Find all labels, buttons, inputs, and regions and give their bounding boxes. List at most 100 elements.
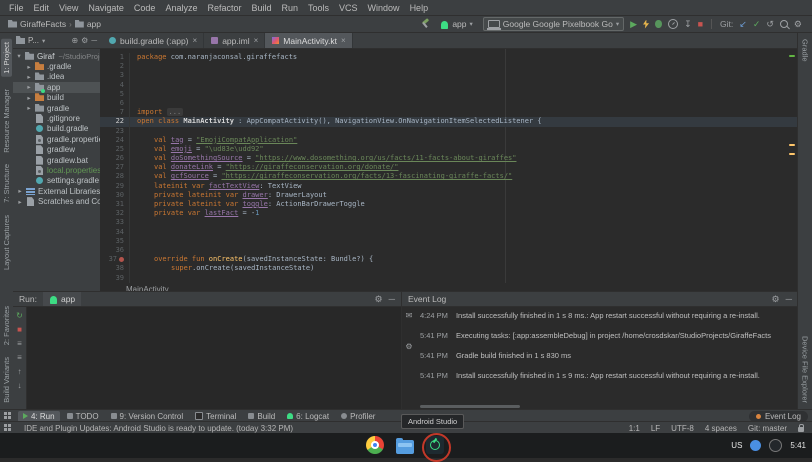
menu-tools[interactable]: Tools [303, 3, 334, 13]
tab-build-gradle-app[interactable]: build.gradle (:app)× [102, 33, 204, 48]
tray-notification-icon[interactable] [769, 439, 782, 452]
git-update-button[interactable]: ↙ [739, 20, 747, 29]
menu-code[interactable]: Code [129, 3, 161, 13]
toolwindow-button-4-run[interactable]: 4: Run [18, 411, 60, 422]
hide-panel-icon[interactable]: ─ [786, 294, 792, 305]
tab-mainactivity-kt[interactable]: MainActivity.kt× [265, 33, 352, 48]
tree-item-gradle[interactable]: ▸gradle [13, 103, 100, 113]
caret-position[interactable]: 1:1 [629, 424, 640, 433]
menu-build[interactable]: Build [246, 3, 276, 13]
line-separator[interactable]: LF [651, 424, 660, 433]
envelope-icon[interactable]: ✉ [406, 311, 413, 320]
close-icon[interactable]: × [341, 36, 346, 45]
toolwindow-button-profiler[interactable]: Profiler [336, 411, 380, 422]
toolwindow-stripe-1-project[interactable]: 1: Project [1, 39, 12, 77]
gear-icon[interactable]: ⚙ [375, 294, 383, 305]
toolwindow-button-build[interactable]: Build [243, 411, 280, 422]
toolwindow-button-todo[interactable]: TODO [62, 411, 104, 422]
event-log-button[interactable]: Event Log [749, 411, 808, 422]
toolwindow-stripe-gradle[interactable]: Gradle [801, 39, 810, 62]
gear-icon[interactable]: ⚙ [81, 37, 88, 45]
toolwindow-stripe-layout-captures[interactable]: Layout Captures [2, 215, 11, 270]
up-icon[interactable]: ↑ [18, 367, 22, 376]
menu-run[interactable]: Run [277, 3, 304, 13]
settings-icon[interactable]: ⚙ [405, 342, 412, 351]
toolwindow-button-terminal[interactable]: Terminal [190, 411, 241, 422]
toolwindow-stripe-device-file-explorer[interactable]: Device File Explorer [801, 336, 810, 403]
run-button[interactable]: ▶ [630, 20, 637, 29]
tree-item-gradlew[interactable]: gradlew [13, 145, 100, 155]
tree-item-local-properties[interactable]: local.properties [13, 165, 100, 175]
tree-item-gradle-properties[interactable]: gradle.properties [13, 134, 100, 144]
apply-changes-icon[interactable] [643, 20, 649, 29]
settings-gear-icon[interactable]: ⚙ [794, 20, 802, 29]
clock[interactable]: 5:41 [790, 441, 806, 450]
tree-item-settings-gradle[interactable]: settings.gradle [13, 176, 100, 186]
indent-setting[interactable]: 4 spaces [705, 424, 737, 433]
toolwindow-stripe-resource-manager[interactable]: Resource Manager [2, 89, 11, 153]
tree-item-gitignore[interactable]: .gitignore [13, 113, 100, 123]
debug-button[interactable] [655, 20, 662, 28]
horizontal-scrollbar[interactable] [420, 405, 520, 408]
toolwindow-button-6-logcat[interactable]: 6: Logcat [282, 411, 334, 422]
menu-icon[interactable]: ≡ [17, 339, 22, 348]
git-rollback-button[interactable]: ↺ [766, 20, 774, 29]
stop-icon[interactable]: ■ [17, 325, 22, 334]
project-view-label[interactable]: P... [28, 36, 39, 45]
profile-button[interactable] [668, 19, 678, 29]
menu-vcs[interactable]: VCS [334, 3, 363, 13]
tree-item-build-gradle[interactable]: build.gradle [13, 124, 100, 134]
hide-panel-icon[interactable]: ─ [389, 294, 395, 305]
tree-item-app[interactable]: ▸app [13, 82, 100, 92]
run-config-select[interactable]: app ▾ [436, 18, 476, 30]
close-icon[interactable]: × [254, 36, 259, 45]
tree-item-gradlew-bat[interactable]: gradlew.bat [13, 155, 100, 165]
list-icon[interactable]: ≡ [17, 353, 22, 362]
menu-file[interactable]: File [4, 3, 29, 13]
files-icon[interactable] [396, 440, 414, 454]
lock-icon[interactable] [798, 427, 804, 432]
status-message[interactable]: IDE and Plugin Updates: Android Studio i… [24, 424, 621, 433]
rerun-icon[interactable]: ↻ [16, 311, 23, 320]
device-select[interactable]: Google Google Pixelbook Go ▾ [483, 17, 624, 31]
menu-help[interactable]: Help [405, 3, 434, 13]
close-icon[interactable]: × [193, 36, 198, 45]
menu-view[interactable]: View [54, 3, 83, 13]
toolwindow-quick-access-icon[interactable] [4, 424, 12, 432]
toolwindow-stripe-build-variants[interactable]: Build Variants [2, 357, 11, 403]
android-studio-taskbar-item[interactable] [426, 436, 444, 454]
tree-item-build[interactable]: ▸build [13, 93, 100, 103]
git-commit-button[interactable]: ✓ [753, 20, 761, 29]
tray-status-icon[interactable] [750, 440, 761, 451]
menu-analyze[interactable]: Analyze [160, 3, 202, 13]
toolwindow-switcher-icon[interactable] [4, 412, 12, 420]
override-gutter-icon[interactable] [119, 257, 124, 262]
locate-file-icon[interactable]: ⊕ [71, 37, 78, 45]
attach-debugger-button[interactable]: ↧ [684, 20, 692, 29]
code-editor[interactable]: 1package com.naranjaconsal.giraffefacts2… [100, 49, 798, 283]
tree-item-root[interactable]: ▾GiraffeFacts~/StudioProjects/GiraffeFac… [13, 51, 100, 61]
tree-item-scratches-and-consoles[interactable]: ▸Scratches and Consoles [13, 196, 100, 206]
menu-refactor[interactable]: Refactor [202, 3, 246, 13]
git-branch[interactable]: Git: master [748, 424, 787, 433]
down-icon[interactable]: ↓ [18, 381, 22, 390]
toolwindow-stripe-2-favorites[interactable]: 2: Favorites [2, 306, 11, 345]
file-encoding[interactable]: UTF-8 [671, 424, 694, 433]
tree-item-external-libraries[interactable]: ▸External Libraries [13, 186, 100, 196]
gear-icon[interactable]: ⚙ [772, 294, 780, 305]
tab-app-iml[interactable]: app.iml× [204, 33, 265, 48]
tree-item-gradle[interactable]: ▸.gradle [13, 61, 100, 71]
toolwindow-button-9-version-control[interactable]: 9: Version Control [106, 411, 189, 422]
build-hammer-icon[interactable] [420, 19, 430, 29]
run-console[interactable] [27, 307, 401, 409]
menu-navigate[interactable]: Navigate [83, 3, 129, 13]
search-icon[interactable] [780, 20, 788, 28]
toolwindow-stripe-7-structure[interactable]: 7: Structure [2, 164, 11, 203]
run-tab-app[interactable]: app [43, 292, 81, 306]
chrome-icon[interactable] [366, 436, 384, 454]
keyboard-layout-indicator[interactable]: US [731, 441, 742, 450]
menu-edit[interactable]: Edit [29, 3, 55, 13]
breadcrumb-giraffefacts[interactable]: GiraffeFacts [8, 19, 66, 29]
menu-window[interactable]: Window [363, 3, 405, 13]
stop-button[interactable]: ■ [698, 20, 703, 29]
